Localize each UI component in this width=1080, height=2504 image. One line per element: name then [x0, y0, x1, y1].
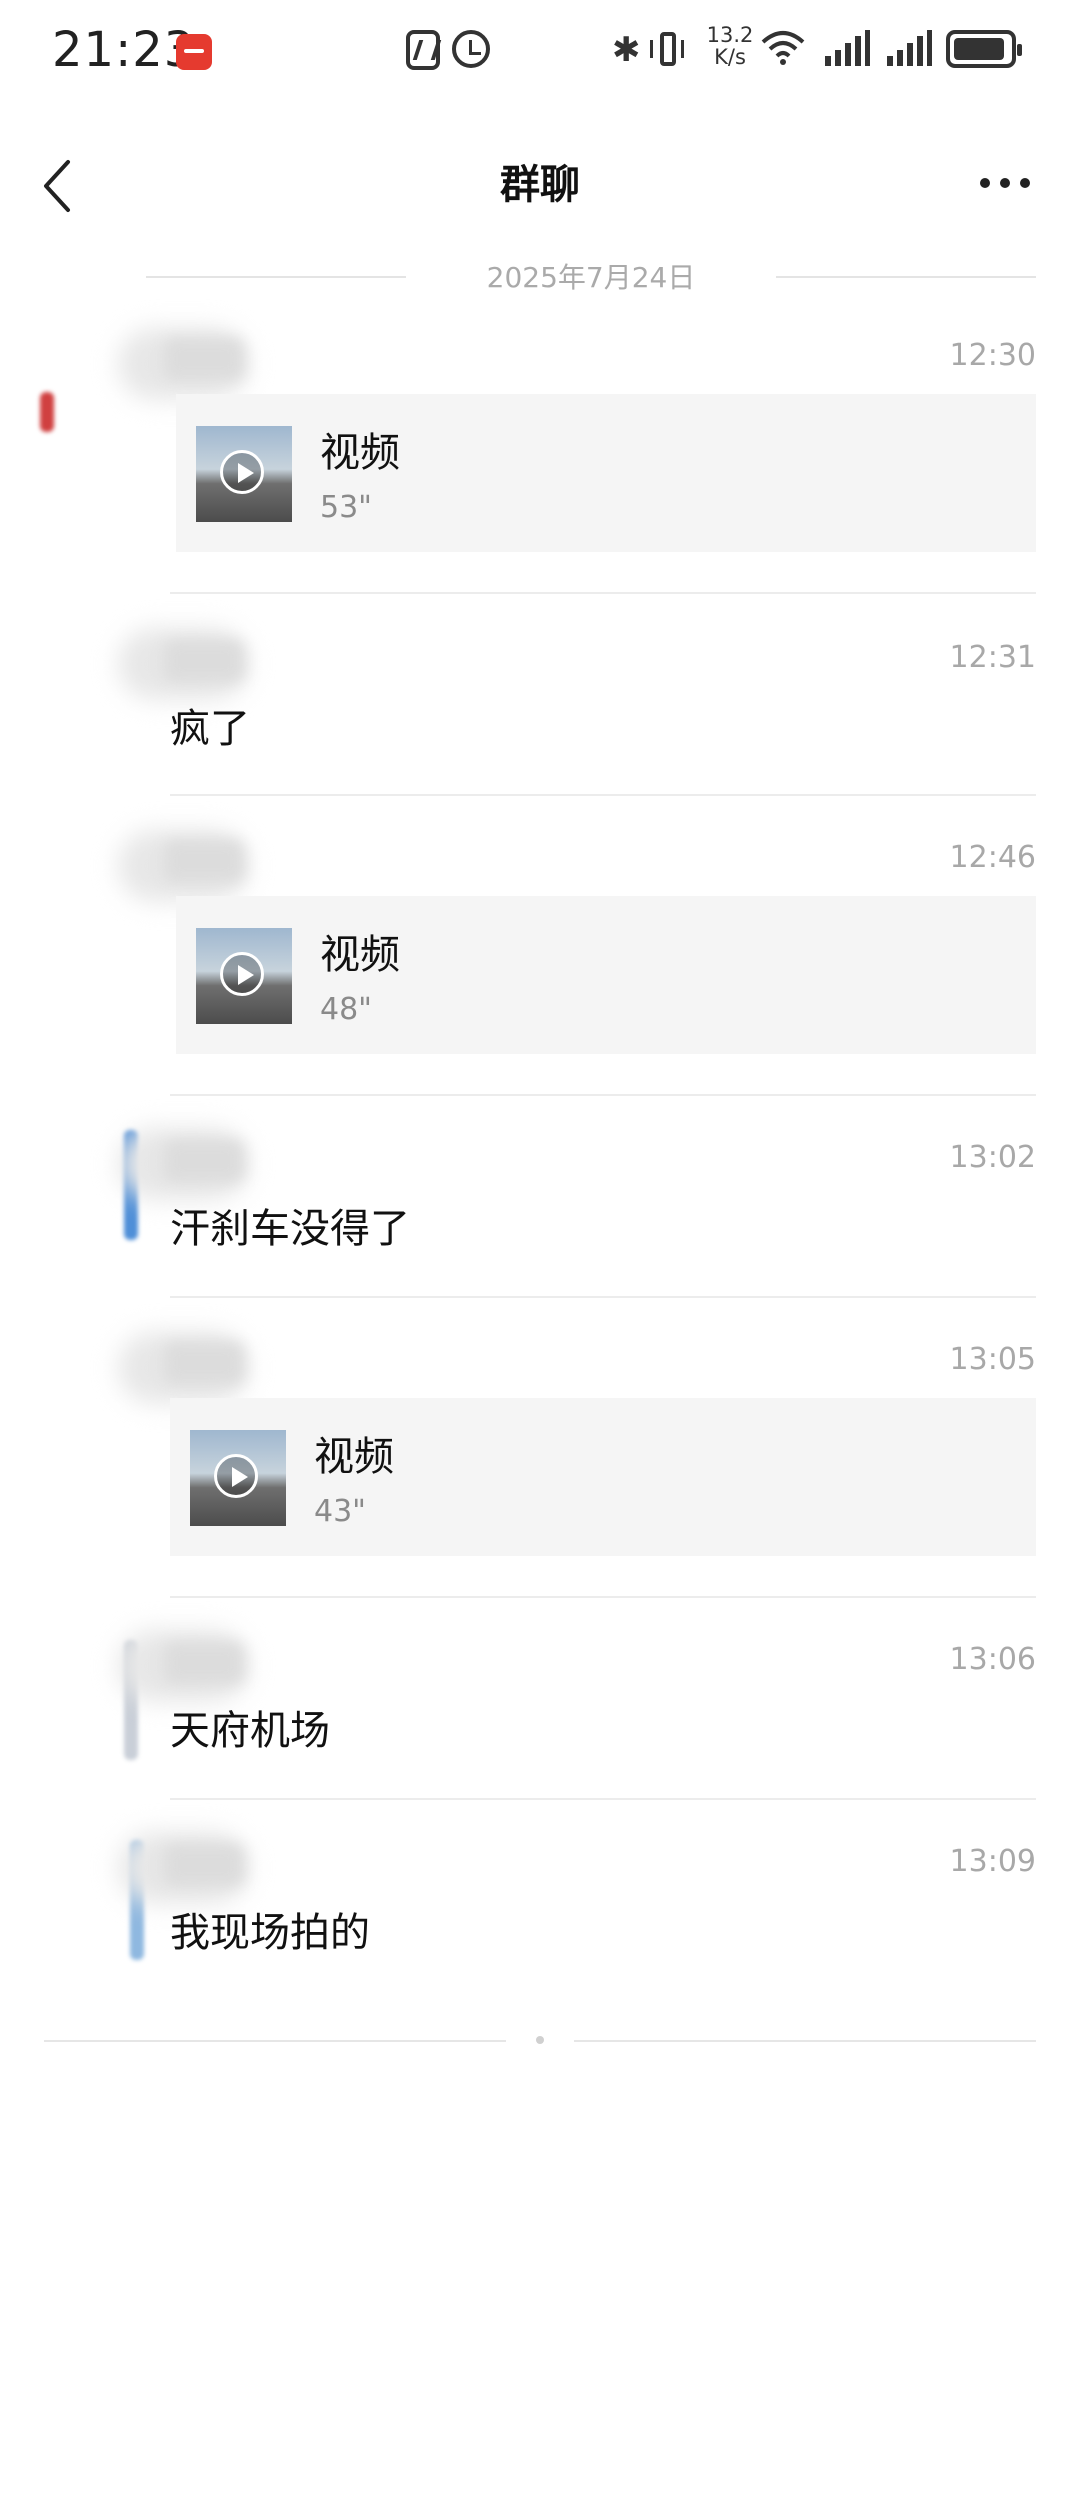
message-item[interactable]: 13:09 我现场拍的 [0, 1832, 1080, 1976]
sender-name [164, 1342, 244, 1384]
message-item[interactable]: 12:30 视频 53" [0, 328, 1080, 580]
video-card[interactable]: 视频 53" [176, 394, 1036, 552]
divider [170, 1596, 1036, 1598]
signal-icon [886, 30, 932, 68]
message-item[interactable]: 13:05 视频 43" [0, 1332, 1080, 1584]
sender-name [164, 1642, 244, 1684]
message-item[interactable]: 13:06 天府机场 [0, 1630, 1080, 1774]
wifi-icon [760, 28, 806, 68]
alarm-icon [452, 30, 490, 68]
chat-header: 群聊 [0, 130, 1080, 230]
nfc-icon [406, 30, 440, 70]
message-text: 天府机场 [170, 1708, 330, 1754]
video-label: 视频 [314, 1434, 394, 1480]
end-dot [536, 2036, 544, 2044]
divider [776, 276, 1036, 278]
signal-icon [824, 30, 870, 68]
sender-name [164, 1140, 244, 1182]
video-label: 视频 [320, 430, 400, 476]
video-thumbnail [196, 928, 292, 1024]
network-speed-unit: K/s [714, 45, 746, 69]
video-duration: 48" [320, 992, 372, 1027]
video-card[interactable]: 视频 43" [170, 1398, 1036, 1556]
video-thumbnail [190, 1430, 286, 1526]
play-icon [220, 450, 264, 494]
play-icon [214, 1454, 258, 1498]
divider [170, 1798, 1036, 1800]
page-title: 群聊 [500, 162, 580, 208]
message-text: 疯了 [170, 706, 250, 752]
message-time: 12:30 [949, 338, 1036, 373]
sender-name [164, 640, 244, 682]
divider [170, 1094, 1036, 1096]
status-time: 21:23 [52, 22, 196, 78]
end-divider [574, 2040, 1036, 2042]
app-notification-icon [176, 34, 212, 70]
date-separator: 2025年7月24日 [146, 256, 1036, 296]
message-time: 13:06 [949, 1642, 1036, 1677]
sender-name [164, 840, 244, 882]
message-item[interactable]: 12:46 视频 48" [0, 830, 1080, 1082]
sender-name [164, 338, 244, 380]
video-duration: 53" [320, 490, 372, 525]
message-time: 13:09 [949, 1844, 1036, 1879]
message-item[interactable]: 12:31 疯了 [0, 628, 1080, 772]
network-speed-value: 13.2 [706, 23, 754, 47]
battery-icon [946, 30, 1022, 68]
more-icon[interactable] [980, 178, 1030, 190]
divider [170, 592, 1036, 594]
network-speed: 13.2 K/s [704, 24, 756, 68]
end-divider [44, 2040, 506, 2042]
message-text: 我现场拍的 [170, 1910, 370, 1956]
video-label: 视频 [320, 932, 400, 978]
divider [170, 1296, 1036, 1298]
message-time: 13:02 [949, 1140, 1036, 1175]
status-bar: 21:23 ✱ 13.2 K/s [0, 0, 1080, 110]
sender-name [164, 1844, 244, 1886]
message-item[interactable]: 13:02 汗刹车没得了 [0, 1128, 1080, 1272]
video-duration: 43" [314, 1494, 366, 1529]
video-thumbnail [196, 426, 292, 522]
bluetooth-icon: ✱ [612, 30, 641, 70]
vibrate-icon [650, 30, 686, 70]
video-card[interactable]: 视频 48" [176, 896, 1036, 1054]
message-time: 12:31 [949, 640, 1036, 675]
divider [170, 794, 1036, 796]
message-time: 12:46 [949, 840, 1036, 875]
message-time: 13:05 [949, 1342, 1036, 1377]
play-icon [220, 952, 264, 996]
message-text: 汗刹车没得了 [170, 1206, 410, 1252]
